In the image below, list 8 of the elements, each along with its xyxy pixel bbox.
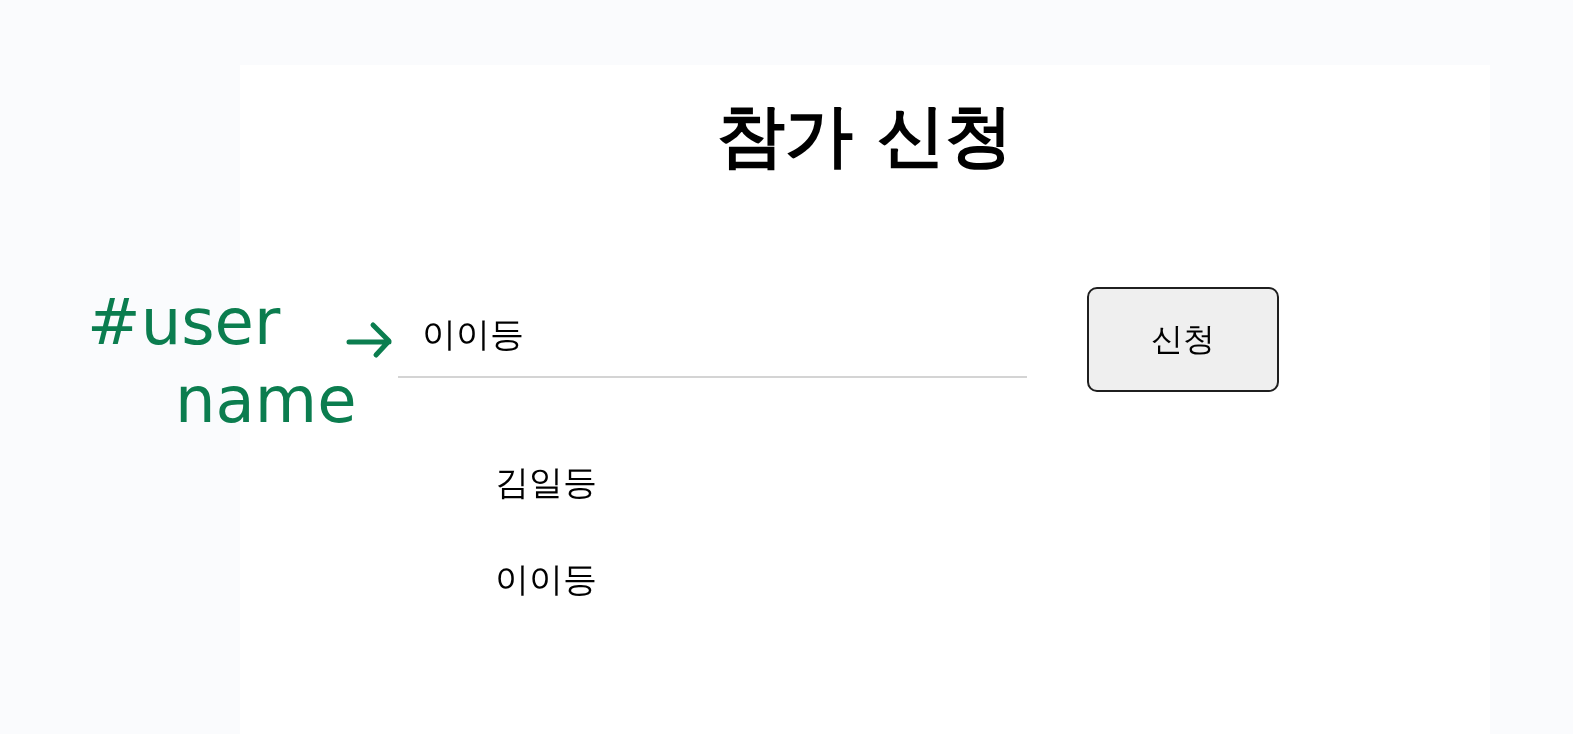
participant-name: 이이등 (495, 557, 597, 601)
arrow-icon (346, 321, 393, 359)
handwritten-note: name (175, 368, 357, 432)
name-input-field[interactable]: 이이등 (398, 293, 1027, 378)
participant-name: 김일등 (495, 460, 597, 504)
page-title: 참가 신청 (717, 95, 1013, 177)
submit-button[interactable]: 신청 (1087, 286, 1279, 392)
handwritten-note: #user (87, 290, 281, 354)
